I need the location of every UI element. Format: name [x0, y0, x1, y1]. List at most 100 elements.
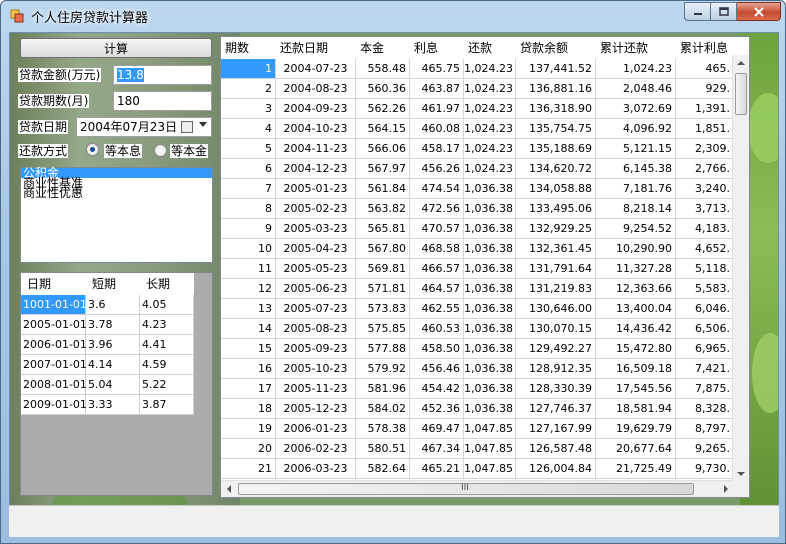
table-cell[interactable]: 126,004.84 — [516, 459, 596, 479]
table-cell[interactable]: 130,646.00 — [516, 299, 596, 319]
table-cell[interactable]: 3 — [221, 99, 276, 119]
table-cell[interactable]: 1,047.85 — [464, 419, 516, 439]
table-cell[interactable]: 2,766. — [676, 159, 734, 179]
table-cell[interactable]: 2005-08-23 — [276, 319, 356, 339]
table-cell[interactable]: 136,318.90 — [516, 99, 596, 119]
table-cell[interactable]: 9 — [221, 219, 276, 239]
table-cell[interactable]: 460.53 — [410, 319, 464, 339]
table-cell[interactable]: 11 — [221, 259, 276, 279]
table-cell[interactable]: 127,746.37 — [516, 399, 596, 419]
table-cell[interactable]: 1,036.38 — [464, 299, 516, 319]
table-cell[interactable]: 5,118. — [676, 259, 734, 279]
scroll-right-icon[interactable] — [723, 485, 729, 493]
table-cell[interactable]: 5.04 — [86, 375, 140, 395]
table-cell[interactable]: 10,290.90 — [596, 239, 676, 259]
table-cell[interactable]: 130,070.15 — [516, 319, 596, 339]
table-cell[interactable]: 1,024.23 — [464, 59, 516, 79]
table-cell[interactable]: 462.55 — [410, 299, 464, 319]
column-header[interactable]: 期数 — [221, 37, 276, 59]
table-cell[interactable]: 6,506. — [676, 319, 734, 339]
table-cell[interactable]: 2005-01-23 — [276, 179, 356, 199]
table-cell[interactable]: 2005-04-23 — [276, 239, 356, 259]
table-cell[interactable]: 21,725.49 — [596, 459, 676, 479]
loan-term-input[interactable]: 180 — [113, 91, 212, 111]
table-cell[interactable]: 2005-02-23 — [276, 199, 356, 219]
loan-type-list[interactable]: 公积金 商业性基准 商业性优惠 — [20, 167, 213, 263]
table-cell[interactable]: 5 — [221, 139, 276, 159]
table-cell[interactable]: 1,024.23 — [596, 59, 676, 79]
table-cell[interactable]: 2 — [221, 79, 276, 99]
table-cell[interactable]: 17,545.56 — [596, 379, 676, 399]
table-cell[interactable]: 5.22 — [140, 375, 194, 395]
table-cell[interactable]: 6,965. — [676, 339, 734, 359]
table-cell[interactable]: 454.42 — [410, 379, 464, 399]
table-cell[interactable]: 566.06 — [356, 139, 410, 159]
table-cell[interactable]: 461.97 — [410, 99, 464, 119]
horizontal-scroll-thumb[interactable]: III — [238, 483, 694, 495]
column-header[interactable]: 日期 — [21, 273, 86, 295]
table-cell[interactable]: 7,181.76 — [596, 179, 676, 199]
table-cell[interactable]: 2005-11-23 — [276, 379, 356, 399]
vertical-scroll-thumb[interactable] — [735, 73, 747, 115]
table-cell[interactable]: 19 — [221, 419, 276, 439]
table-cell[interactable]: 1,036.38 — [464, 239, 516, 259]
table-cell[interactable]: 2005-07-23 — [276, 299, 356, 319]
table-cell[interactable]: 126,587.48 — [516, 439, 596, 459]
table-cell[interactable]: 1,036.38 — [464, 339, 516, 359]
table-cell[interactable]: 578.38 — [356, 419, 410, 439]
table-cell[interactable]: 3.33 — [86, 395, 140, 415]
vertical-scrollbar[interactable] — [732, 55, 749, 482]
table-cell[interactable]: 12 — [221, 279, 276, 299]
table-cell[interactable]: 135,754.75 — [516, 119, 596, 139]
column-header[interactable]: 长期 — [140, 273, 194, 295]
table-cell[interactable]: 1,036.38 — [464, 359, 516, 379]
column-header[interactable]: 累计利息 — [676, 37, 734, 59]
table-cell[interactable]: 1,024.23 — [464, 119, 516, 139]
equal-installment-radio[interactable] — [86, 143, 99, 156]
table-cell[interactable]: 465.21 — [410, 459, 464, 479]
table-cell[interactable]: 4,652. — [676, 239, 734, 259]
table-cell[interactable]: 6,145.38 — [596, 159, 676, 179]
table-cell[interactable]: 134,620.72 — [516, 159, 596, 179]
table-cell[interactable]: 1,047.85 — [464, 439, 516, 459]
table-cell[interactable]: 2005-06-23 — [276, 279, 356, 299]
table-cell[interactable]: 4 — [221, 119, 276, 139]
loan-date-picker[interactable]: 2004年07月23日 — [76, 117, 212, 137]
column-header[interactable]: 本金 — [356, 37, 410, 59]
table-cell[interactable]: 456.46 — [410, 359, 464, 379]
column-header[interactable]: 还款 — [464, 37, 516, 59]
table-cell[interactable]: 4.41 — [140, 335, 194, 355]
table-cell[interactable]: 8,218.14 — [596, 199, 676, 219]
table-cell[interactable]: 7,875. — [676, 379, 734, 399]
table-cell[interactable]: 4.05 — [140, 295, 194, 315]
table-cell[interactable]: 9,730. — [676, 459, 734, 479]
table-cell[interactable]: 21 — [221, 459, 276, 479]
table-cell[interactable]: 13 — [221, 299, 276, 319]
maximize-button[interactable] — [711, 2, 737, 21]
table-cell[interactable]: 1,391. — [676, 99, 734, 119]
table-cell[interactable]: 18,581.94 — [596, 399, 676, 419]
table-cell[interactable]: 15 — [221, 339, 276, 359]
table-cell[interactable]: 579.92 — [356, 359, 410, 379]
table-cell[interactable]: 7 — [221, 179, 276, 199]
table-cell[interactable]: 2006-01-23 — [276, 419, 356, 439]
table-cell[interactable]: 470.57 — [410, 219, 464, 239]
table-cell[interactable]: 136,881.16 — [516, 79, 596, 99]
table-cell[interactable]: 3,713. — [676, 199, 734, 219]
table-cell[interactable]: 19,629.79 — [596, 419, 676, 439]
table-cell[interactable]: 15,472.80 — [596, 339, 676, 359]
table-cell[interactable]: 460.08 — [410, 119, 464, 139]
table-cell[interactable]: 474.54 — [410, 179, 464, 199]
table-cell[interactable]: 567.80 — [356, 239, 410, 259]
table-cell[interactable]: 468.58 — [410, 239, 464, 259]
table-cell[interactable]: 2004-10-23 — [276, 119, 356, 139]
table-cell[interactable]: 4.59 — [140, 355, 194, 375]
table-cell[interactable]: 452.36 — [410, 399, 464, 419]
table-cell[interactable]: 16,509.18 — [596, 359, 676, 379]
table-cell[interactable]: 465. — [676, 59, 734, 79]
table-cell[interactable]: 18 — [221, 399, 276, 419]
table-cell[interactable]: 563.82 — [356, 199, 410, 219]
repayment-schedule-table[interactable]: 期数 还款日期 本金 利息 还款 贷款余额 累计还款 累计利息 1 2004-07-23 558.… — [220, 36, 750, 498]
table-cell[interactable]: 20,677.64 — [596, 439, 676, 459]
table-cell[interactable]: 2004-12-23 — [276, 159, 356, 179]
